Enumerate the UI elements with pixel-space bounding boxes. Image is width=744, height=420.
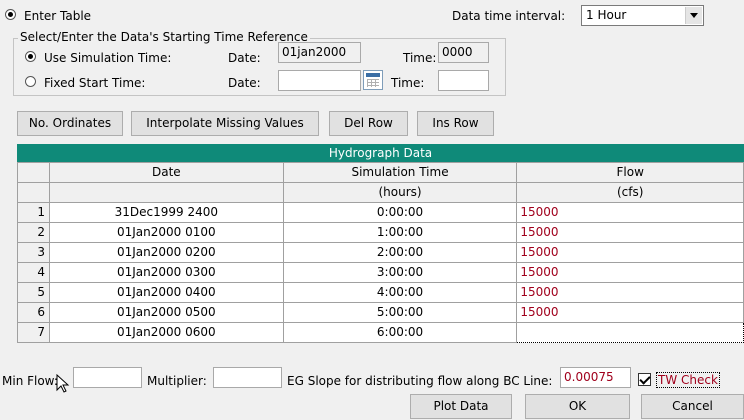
time-reference-title: Select/Enter the Data's Starting Time Re… xyxy=(18,30,310,44)
interval-value: 1 Hour xyxy=(586,8,627,22)
sim-date-field: 01jan2000 xyxy=(278,42,361,63)
table-row: 3 01Jan2000 0200 2:00:00 15000 xyxy=(17,242,744,263)
row-number[interactable]: 3 xyxy=(17,242,50,263)
sim-time-field: 0000 xyxy=(438,42,489,63)
column-header-date[interactable]: Date xyxy=(48,162,284,183)
date-cell: 31Dec1999 2400 xyxy=(48,202,284,223)
sim-time-cell: 5:00:00 xyxy=(282,302,518,323)
sim-time-cell: 2:00:00 xyxy=(282,242,518,263)
table-row: 2 01Jan2000 0100 1:00:00 15000 xyxy=(17,222,744,243)
flow-cell[interactable]: 15000 xyxy=(516,242,744,263)
row-number[interactable]: 7 xyxy=(17,322,50,343)
eg-slope-field[interactable]: 0.00075 xyxy=(560,367,631,388)
interval-label: Data time interval: xyxy=(452,9,566,23)
cancel-button[interactable]: Cancel xyxy=(641,394,744,419)
del-row-button[interactable]: Del Row xyxy=(329,111,408,136)
min-flow-label: Min Flow: xyxy=(2,374,58,388)
unit-sim-time: (hours) xyxy=(282,182,518,203)
flow-cell[interactable] xyxy=(516,322,744,343)
column-header-flow[interactable]: Flow xyxy=(516,162,744,183)
unit-date xyxy=(48,182,284,203)
enter-table-label: Enter Table xyxy=(24,9,92,23)
corner-cell xyxy=(17,182,50,203)
date-cell: 01Jan2000 0100 xyxy=(48,222,284,243)
table-row: 6 01Jan2000 0500 5:00:00 15000 xyxy=(17,302,744,323)
table-row: 5 01Jan2000 0400 4:00:00 15000 xyxy=(17,282,744,303)
mouse-cursor-icon xyxy=(56,374,70,393)
plot-data-button[interactable]: Plot Data xyxy=(410,394,512,419)
use-sim-time-label: Use Simulation Time: xyxy=(44,51,172,65)
multiplier-label: Multiplier: xyxy=(147,374,207,388)
fixed-time-label: Time: xyxy=(391,76,425,90)
header-row: Date Simulation Time Flow xyxy=(17,162,744,183)
date-cell: 01Jan2000 0200 xyxy=(48,242,284,263)
fixed-time-field[interactable] xyxy=(438,70,489,91)
flow-cell[interactable]: 15000 xyxy=(516,282,744,303)
enter-table-radio[interactable] xyxy=(5,9,16,20)
multiplier-field[interactable] xyxy=(213,367,282,388)
sim-date-label: Date: xyxy=(228,51,261,65)
flow-cell[interactable]: 15000 xyxy=(516,302,744,323)
row-number[interactable]: 4 xyxy=(17,262,50,283)
flow-cell[interactable]: 15000 xyxy=(516,262,744,283)
corner-cell xyxy=(17,162,50,183)
use-sim-time-radio[interactable] xyxy=(25,51,36,62)
units-row: (hours) (cfs) xyxy=(17,182,744,203)
flow-cell[interactable]: 15000 xyxy=(516,202,744,223)
tw-check-checkbox[interactable] xyxy=(638,373,651,386)
sim-time-label: Time: xyxy=(403,51,437,65)
interval-select[interactable]: 1 Hour xyxy=(581,5,704,26)
row-number[interactable]: 2 xyxy=(17,222,50,243)
table-row: 7 01Jan2000 0600 6:00:00 xyxy=(17,322,744,343)
chevron-down-icon[interactable] xyxy=(685,7,702,24)
column-header-sim-time[interactable]: Simulation Time xyxy=(282,162,518,183)
flow-cell[interactable]: 15000 xyxy=(516,222,744,243)
fixed-start-label: Fixed Start Time: xyxy=(44,76,146,90)
hydrograph-table: Date Simulation Time Flow (hours) (cfs) … xyxy=(17,162,744,343)
ins-row-button[interactable]: Ins Row xyxy=(417,111,494,136)
sim-time-cell: 4:00:00 xyxy=(282,282,518,303)
sim-time-cell: 0:00:00 xyxy=(282,202,518,223)
ok-button[interactable]: OK xyxy=(525,394,630,419)
no-ordinates-button[interactable]: No. Ordinates xyxy=(17,111,123,136)
calendar-icon[interactable] xyxy=(363,70,383,90)
row-number[interactable]: 6 xyxy=(17,302,50,323)
interpolate-button[interactable]: Interpolate Missing Values xyxy=(131,111,319,136)
fixed-start-radio[interactable] xyxy=(25,76,36,87)
fixed-date-label: Date: xyxy=(228,76,261,90)
unit-flow: (cfs) xyxy=(516,182,744,203)
table-row: 4 01Jan2000 0300 3:00:00 15000 xyxy=(17,262,744,283)
date-cell: 01Jan2000 0500 xyxy=(48,302,284,323)
date-cell: 01Jan2000 0600 xyxy=(48,322,284,343)
grid-title: Hydrograph Data xyxy=(17,144,744,162)
sim-time-cell: 3:00:00 xyxy=(282,262,518,283)
eg-slope-label: EG Slope for distributing flow along BC … xyxy=(287,374,553,388)
min-flow-field[interactable] xyxy=(73,367,142,388)
row-number[interactable]: 1 xyxy=(17,202,50,223)
fixed-date-field[interactable] xyxy=(278,70,361,91)
table-row: 1 31Dec1999 2400 0:00:00 15000 xyxy=(17,202,744,223)
row-number[interactable]: 5 xyxy=(17,282,50,303)
tw-check-label[interactable]: TW Check xyxy=(656,372,720,388)
date-cell: 01Jan2000 0300 xyxy=(48,262,284,283)
date-cell: 01Jan2000 0400 xyxy=(48,282,284,303)
sim-time-cell: 6:00:00 xyxy=(282,322,518,343)
sim-time-cell: 1:00:00 xyxy=(282,222,518,243)
